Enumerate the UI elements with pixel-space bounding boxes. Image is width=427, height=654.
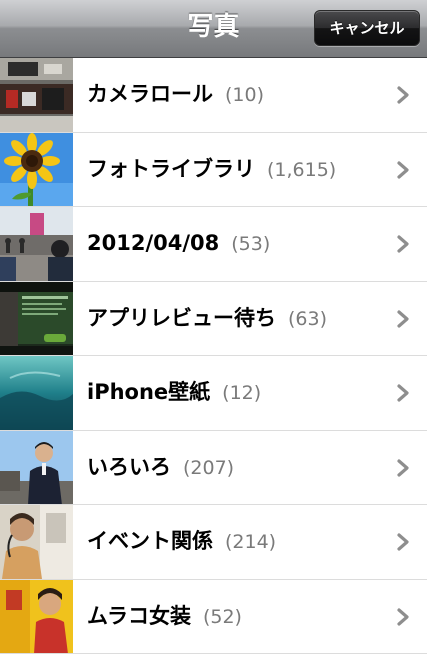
navigation-bar: 写真 キャンセル — [0, 0, 427, 58]
cancel-button[interactable]: キャンセル — [314, 10, 420, 46]
album-label: フォトライブラリ (1,615) — [87, 133, 336, 206]
album-row-iroiro[interactable]: いろいろ (207) — [0, 431, 427, 506]
event-thumbnail — [0, 505, 73, 579]
album-count: (1,615) — [267, 159, 336, 181]
street-thumbnail — [0, 207, 73, 281]
album-label: 2012/04/08 (53) — [87, 207, 270, 280]
album-label: いろいろ (207) — [87, 431, 234, 504]
album-count: (53) — [231, 233, 270, 255]
album-count: (207) — [183, 457, 234, 479]
album-row-camera-roll[interactable]: カメラロール (10) — [0, 58, 427, 133]
album-count: (12) — [222, 382, 261, 404]
album-list: カメラロール (10) — [0, 58, 427, 654]
yellow-room-thumbnail — [0, 580, 73, 654]
chevron-right-icon — [393, 160, 413, 180]
sunflower-thumbnail — [0, 133, 73, 207]
album-name: 2012/04/08 — [87, 231, 219, 255]
album-count: (214) — [225, 531, 276, 553]
album-count: (52) — [203, 606, 242, 628]
album-row-murako[interactable]: ムラコ女装 (52) — [0, 580, 427, 654]
album-name: ムラコ女装 — [87, 604, 191, 628]
water-wallpaper-thumbnail — [0, 356, 73, 430]
album-label: カメラロール (10) — [87, 58, 264, 131]
album-label: ムラコ女装 (52) — [87, 580, 242, 653]
album-row-event[interactable]: イベント関係 (214) — [0, 505, 427, 580]
album-row-app-review[interactable]: アプリレビュー待ち (63) — [0, 282, 427, 357]
chevron-right-icon — [393, 85, 413, 105]
album-count: (10) — [225, 84, 264, 106]
album-row-photo-library[interactable]: フォトライブラリ (1,615) — [0, 133, 427, 208]
album-name: フォトライブラリ — [87, 157, 255, 181]
album-label: イベント関係 (214) — [87, 505, 276, 578]
person-thumbnail — [0, 431, 73, 505]
album-label: iPhone壁紙 (12) — [87, 356, 261, 429]
album-label: アプリレビュー待ち (63) — [87, 282, 327, 355]
app-screen-thumbnail — [0, 282, 73, 356]
album-name: イベント関係 — [87, 529, 213, 553]
chevron-right-icon — [393, 234, 413, 254]
album-count: (63) — [288, 308, 327, 330]
chevron-right-icon — [393, 458, 413, 478]
chevron-right-icon — [393, 309, 413, 329]
album-name: iPhone壁紙 — [87, 380, 210, 404]
album-name: カメラロール — [87, 82, 213, 106]
album-name: アプリレビュー待ち — [87, 306, 276, 330]
album-row-2012-04-08[interactable]: 2012/04/08 (53) — [0, 207, 427, 282]
album-name: いろいろ — [87, 455, 171, 479]
album-row-iphone-wallpaper[interactable]: iPhone壁紙 (12) — [0, 356, 427, 431]
chevron-right-icon — [393, 607, 413, 627]
chevron-right-icon — [393, 383, 413, 403]
chevron-right-icon — [393, 532, 413, 552]
camera-roll-thumbnail — [0, 58, 73, 132]
